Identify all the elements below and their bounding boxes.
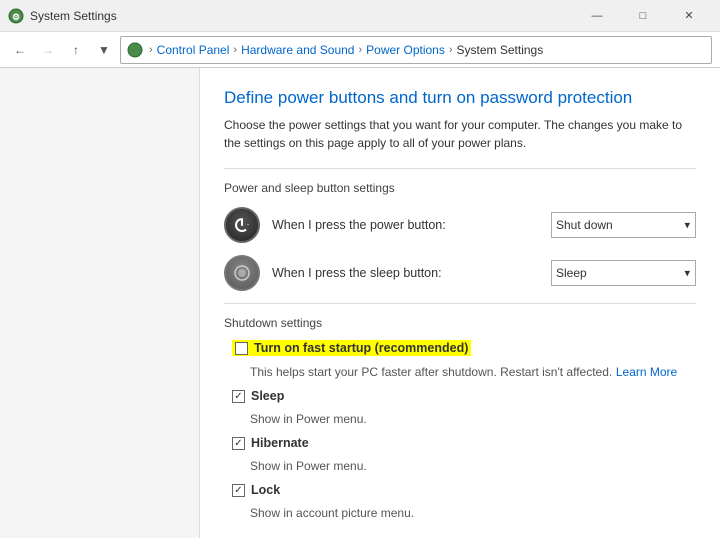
- breadcrumb-hardware-sound[interactable]: Hardware and Sound: [241, 43, 354, 57]
- sleep-desc-row: Show in Power menu.: [250, 411, 696, 426]
- lock-label: Lock: [251, 483, 280, 497]
- back-button[interactable]: ←: [8, 38, 32, 62]
- breadcrumb-sep-1: ›: [233, 44, 237, 56]
- fast-startup-description: This helps start your PC faster after sh…: [250, 365, 612, 379]
- window-controls: — □ ✕: [574, 0, 712, 32]
- breadcrumb-sep-2: ›: [358, 44, 362, 56]
- power-symbol-icon: [232, 215, 252, 235]
- hibernate-label: Hibernate: [251, 436, 309, 450]
- breadcrumb-sep-0: ›: [149, 44, 153, 56]
- power-button-label: When I press the power button:: [272, 218, 539, 232]
- sleep-button-dropdown-wrapper: Sleep Hibernate Shut down Turn off the d…: [551, 260, 696, 286]
- forward-button[interactable]: →: [36, 38, 60, 62]
- hibernate-checkbox-row: Hibernate: [232, 436, 696, 450]
- fast-startup-desc-row: This helps start your PC faster after sh…: [250, 364, 696, 379]
- page-description: Choose the power settings that you want …: [224, 116, 684, 152]
- maximize-button[interactable]: □: [620, 0, 666, 32]
- lock-checkbox[interactable]: [232, 484, 245, 497]
- hibernate-description: Show in Power menu.: [250, 459, 367, 473]
- svg-text:⚙: ⚙: [12, 12, 20, 22]
- minimize-button[interactable]: —: [574, 0, 620, 32]
- fast-startup-label: Turn on fast startup (recommended): [254, 341, 468, 355]
- power-button-dropdown[interactable]: Shut down Sleep Hibernate Turn off the d…: [551, 212, 696, 238]
- sleep-description: Show in Power menu.: [250, 412, 367, 426]
- power-button-dropdown-wrapper: Shut down Sleep Hibernate Turn off the d…: [551, 212, 696, 238]
- lock-desc-row: Show in account picture menu.: [250, 505, 696, 520]
- sleep-button-row: When I press the sleep button: Sleep Hib…: [224, 255, 696, 291]
- breadcrumb-power-options[interactable]: Power Options: [366, 43, 445, 57]
- app-icon: ⚙: [8, 8, 24, 24]
- sleep-button-dropdown[interactable]: Sleep Hibernate Shut down Turn off the d…: [551, 260, 696, 286]
- content-area: Define power buttons and turn on passwor…: [200, 68, 720, 538]
- page-title: Define power buttons and turn on passwor…: [224, 88, 696, 108]
- close-button[interactable]: ✕: [666, 0, 712, 32]
- title-bar: ⚙ System Settings — □ ✕: [0, 0, 720, 32]
- breadcrumb-sep-3: ›: [449, 44, 453, 56]
- breadcrumb-icon: [127, 42, 143, 58]
- fast-startup-checkbox[interactable]: [235, 342, 248, 355]
- sleep-checkbox-row: Sleep: [232, 389, 696, 403]
- power-button-icon: [224, 207, 260, 243]
- lock-checkbox-row: Lock: [232, 483, 696, 497]
- divider-2: [224, 303, 696, 304]
- lock-description: Show in account picture menu.: [250, 506, 414, 520]
- divider-1: [224, 168, 696, 169]
- fast-startup-learn-more[interactable]: Learn More: [616, 365, 677, 379]
- sleep-button-icon: [224, 255, 260, 291]
- sleep-label: Sleep: [251, 389, 284, 403]
- power-sleep-section-label: Power and sleep button settings: [224, 181, 696, 195]
- hibernate-checkbox[interactable]: [232, 437, 245, 450]
- shutdown-section-label: Shutdown settings: [224, 316, 696, 330]
- up-button[interactable]: ↑: [64, 38, 88, 62]
- sleep-button-label: When I press the sleep button:: [272, 266, 539, 280]
- breadcrumb: › Control Panel › Hardware and Sound › P…: [120, 36, 712, 64]
- power-button-row: When I press the power button: Shut down…: [224, 207, 696, 243]
- breadcrumb-control-panel[interactable]: Control Panel: [157, 43, 230, 57]
- sleep-symbol-icon: [232, 263, 252, 283]
- sidebar: [0, 68, 200, 538]
- recent-button[interactable]: ▼: [92, 38, 116, 62]
- main-container: Define power buttons and turn on passwor…: [0, 68, 720, 538]
- address-bar: ← → ↑ ▼ › Control Panel › Hardware and S…: [0, 32, 720, 68]
- title-bar-text: System Settings: [30, 9, 117, 23]
- hibernate-desc-row: Show in Power menu.: [250, 458, 696, 473]
- sleep-checkbox[interactable]: [232, 390, 245, 403]
- fast-startup-highlighted: Turn on fast startup (recommended): [232, 340, 471, 356]
- breadcrumb-system-settings: System Settings: [457, 43, 544, 57]
- fast-startup-row: Turn on fast startup (recommended): [232, 340, 696, 356]
